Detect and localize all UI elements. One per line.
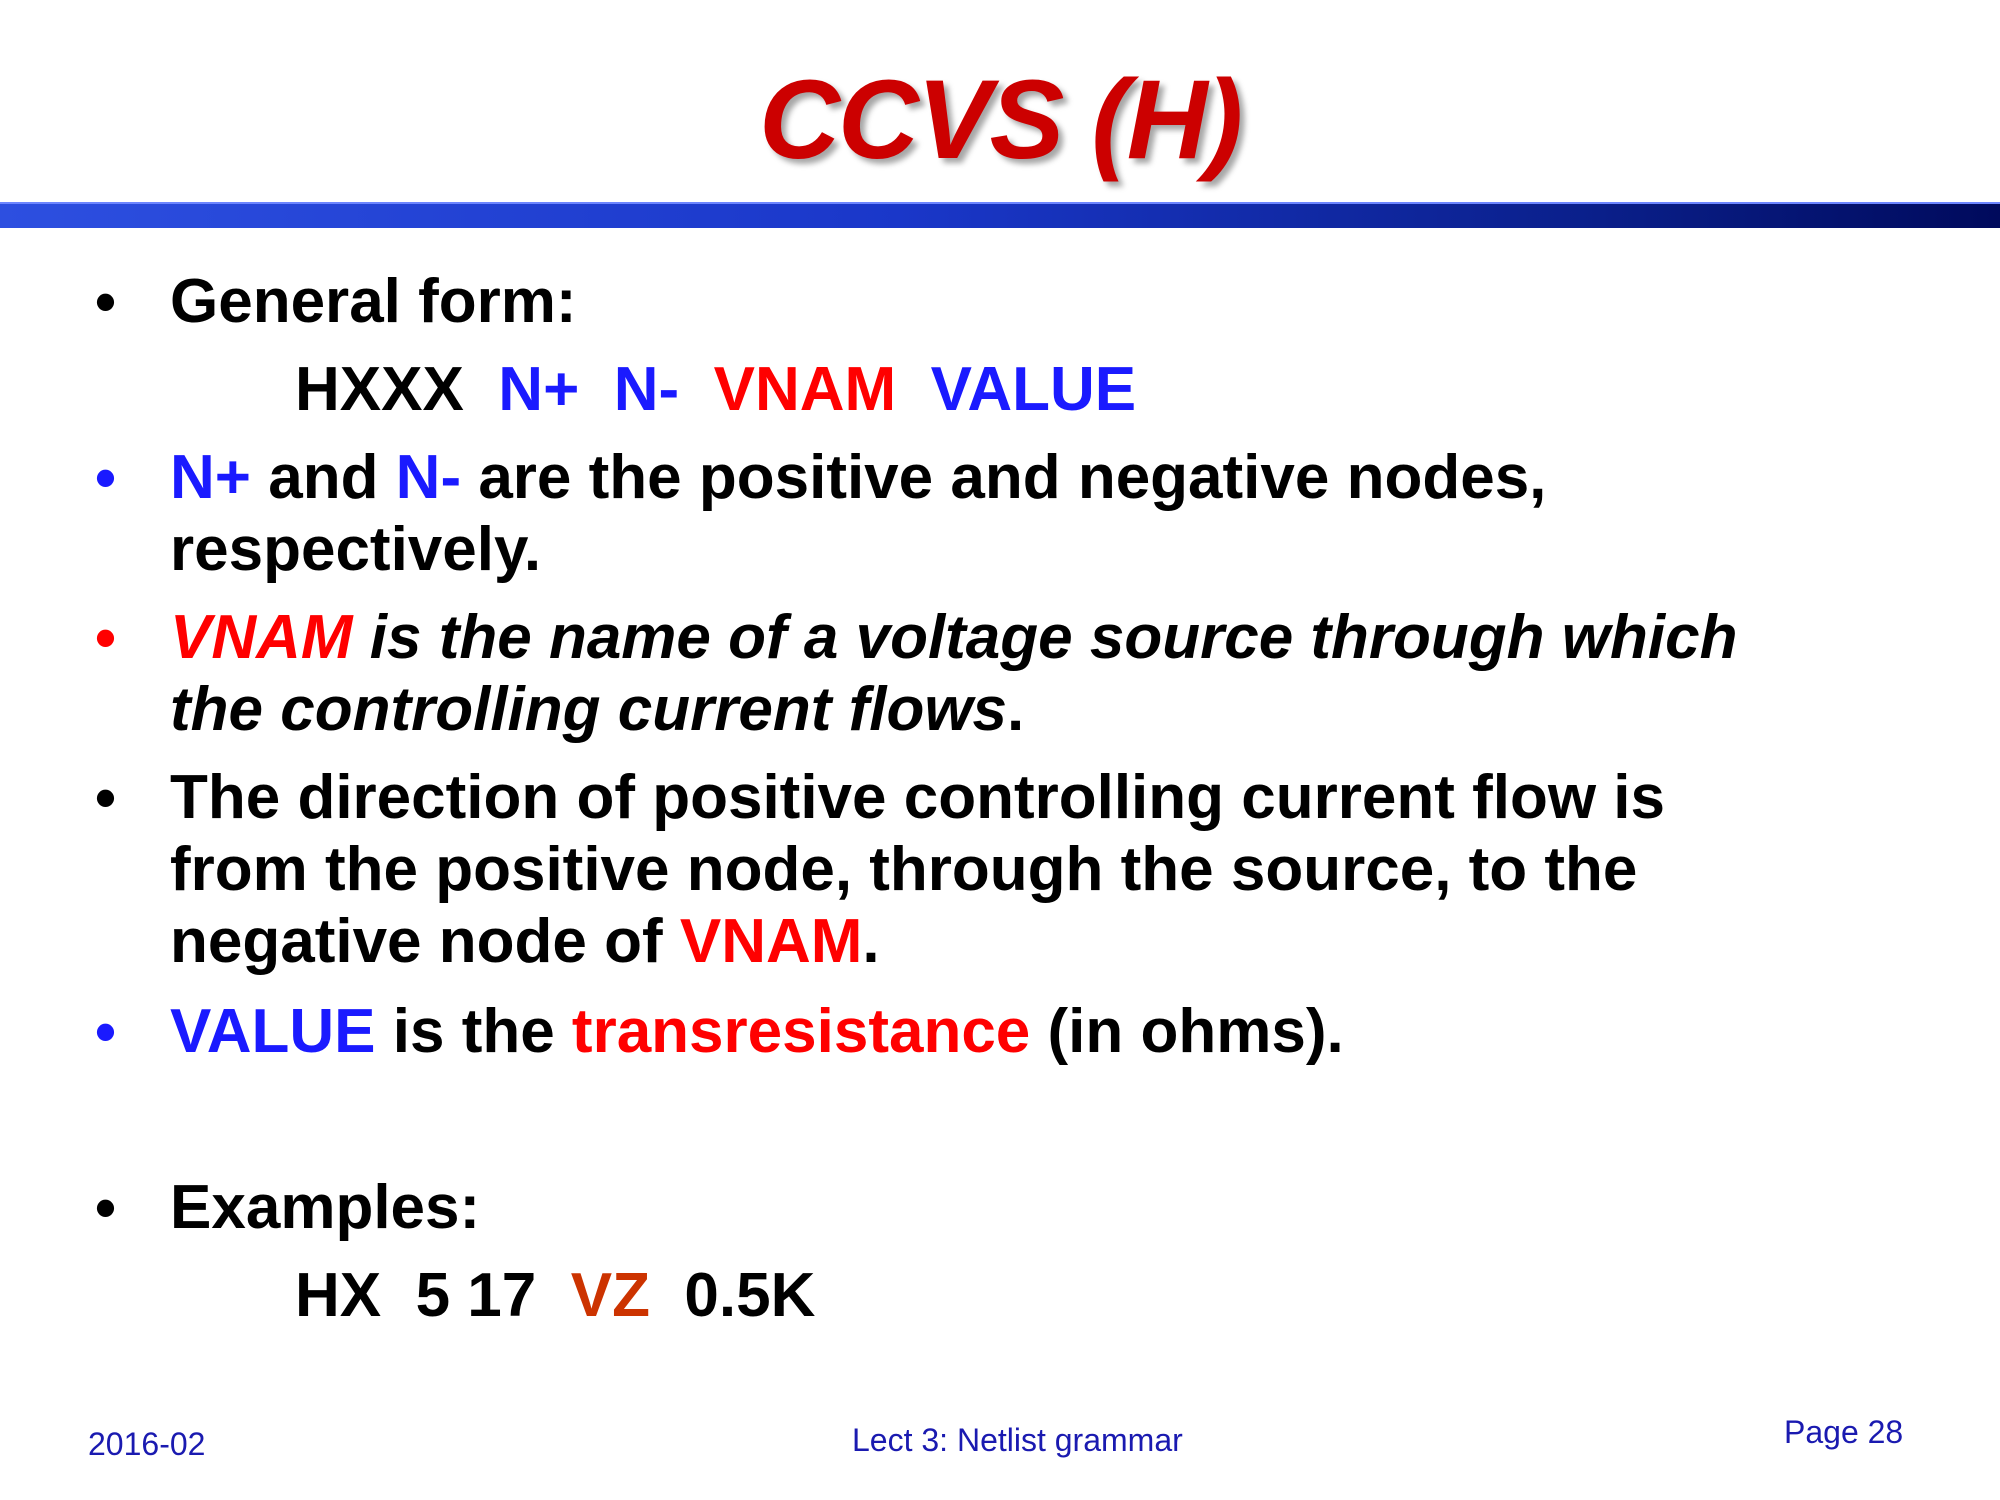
syntax-name: HXXX (295, 355, 464, 424)
bullet-line: N+ and N- are the positive and negative … (170, 442, 1950, 514)
term-transresistance: transresistance (571, 997, 1031, 1066)
example-syntax: HX 5 17 VZ 0.5K (295, 1260, 815, 1332)
title-rule (0, 204, 2000, 228)
text-rest: is the name of a voltage source through … (352, 603, 1738, 672)
syntax-value: VALUE (930, 355, 1137, 424)
text-line2: the controlling current flows (170, 675, 1008, 744)
bullet-line: negative node of VNAM. (170, 906, 1950, 978)
syntax-vnam: VNAM (713, 355, 897, 424)
text-and: and (250, 443, 396, 512)
bullet-line: respectively. (170, 515, 542, 584)
bullet-line: VNAM is the name of a voltage source thr… (170, 602, 1950, 674)
bullet-marker: • (95, 764, 117, 831)
term-vnam: VNAM (170, 603, 353, 672)
bullet-nodes: N+ and N- are the positive and negative … (170, 442, 1950, 586)
term-vnam: VNAM (679, 907, 863, 976)
bullet-direction: The direction of positive controlling cu… (170, 762, 1950, 978)
footer-page-number: Page 28 (1784, 1414, 1904, 1450)
bullet-line: The direction of positive controlling cu… (170, 763, 1665, 832)
example-value: 0.5K (684, 1261, 816, 1330)
bullet-general-form: General form: (170, 266, 1950, 338)
text-line3: negative node of (170, 907, 680, 976)
text-period: . (862, 907, 880, 976)
bullet-marker: • (95, 444, 117, 511)
footer-date: 2016-02 (88, 1426, 206, 1462)
text-rest: are the positive and negative nodes, (461, 443, 1547, 512)
general-form-syntax: HXXX N+ N- VNAM VALUE (295, 354, 1136, 426)
text-rest: (in ohms). (1030, 997, 1344, 1066)
bullet-marker: • (95, 998, 117, 1065)
example-name: HX (295, 1261, 382, 1330)
text-is-the: is the (375, 997, 572, 1066)
syntax-n-minus: N- (613, 355, 680, 424)
bullet-vnam: VNAM is the name of a voltage source thr… (170, 602, 1950, 746)
term-n-minus: N- (395, 443, 462, 512)
text-period: . (1007, 675, 1025, 744)
bullet-value: VALUE is the transresistance (in ohms). (170, 996, 1950, 1068)
term-value: VALUE (170, 997, 376, 1066)
bullet-marker: • (95, 268, 117, 335)
example-nodes: 5 17 (415, 1261, 537, 1330)
slide-title: CCVS (H) (759, 57, 1243, 182)
bullet-line: the controlling current flows. (170, 674, 1950, 746)
bullet-examples: Examples: (170, 1172, 1950, 1244)
footer-title: Lect 3: Netlist grammar (852, 1422, 1183, 1458)
bullet-text: Examples: (170, 1173, 481, 1242)
slide: CCVS (H) • General form: HXXX N+ N- VNAM… (0, 0, 2000, 1500)
bullet-text: General form: (170, 267, 577, 336)
example-vz: VZ (570, 1261, 650, 1330)
bullet-marker: • (95, 604, 117, 671)
term-n-plus: N+ (170, 443, 251, 512)
bullet-marker: • (95, 1174, 117, 1241)
syntax-n-plus: N+ (498, 355, 580, 424)
bullet-line: from the positive node, through the sour… (170, 835, 1638, 904)
